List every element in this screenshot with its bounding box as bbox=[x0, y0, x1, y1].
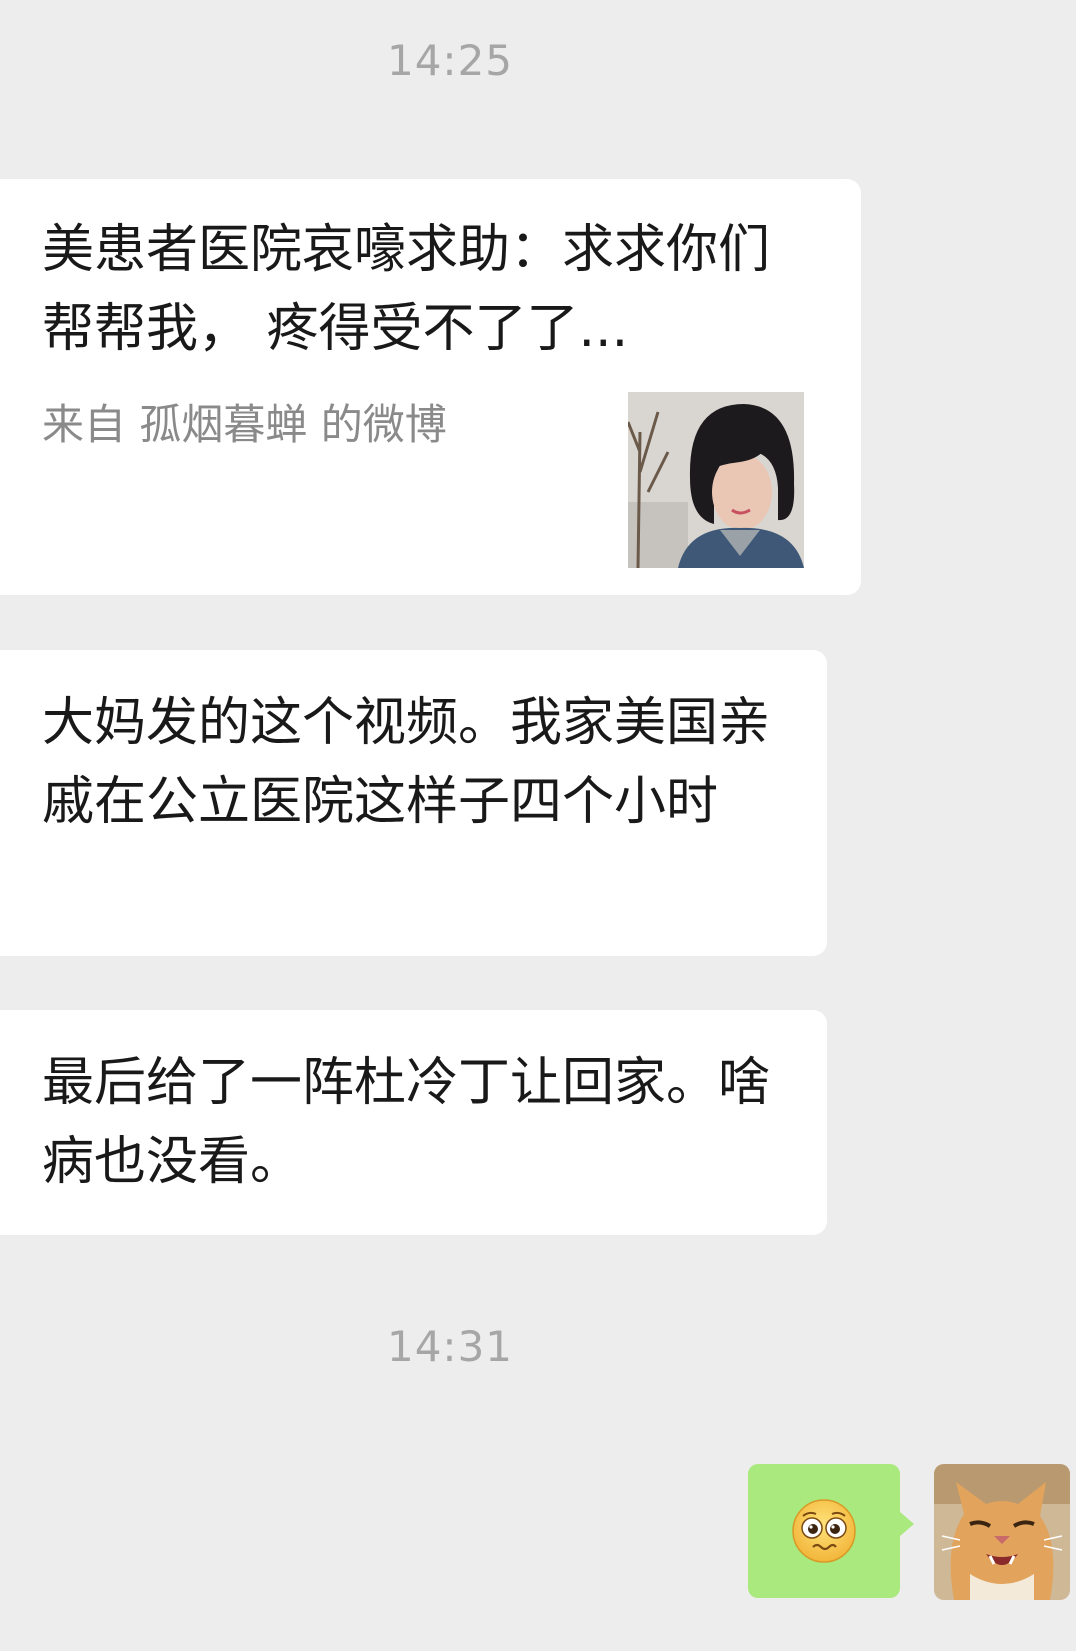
pleading-face-emoji-icon bbox=[792, 1499, 856, 1563]
message-bubble[interactable]: 大妈发的这个视频。我家美国亲戚在公立医院这样子四个小时 bbox=[0, 650, 827, 956]
message-text: 最后给了一阵杜冷丁让回家。啥病也没看。 bbox=[42, 1053, 771, 1192]
shared-link-card[interactable]: 美患者医院哀嚎求助：求求你们帮帮我， 疼得受不了了... 来自 孤烟暮蝉 的微博 bbox=[0, 179, 861, 595]
woman-portrait-thumbnail bbox=[628, 392, 804, 568]
shared-link-source: 来自 孤烟暮蝉 的微博 bbox=[42, 400, 447, 449]
cat-avatar-icon[interactable] bbox=[934, 1464, 1070, 1600]
timestamp: 14:25 bbox=[386, 36, 514, 85]
shared-link-title: 美患者医院哀嚎求助：求求你们帮帮我， 疼得受不了了... bbox=[42, 220, 771, 359]
timestamp: 14:31 bbox=[386, 1322, 514, 1371]
bubble-tail bbox=[900, 1512, 914, 1536]
message-bubble[interactable]: 最后给了一阵杜冷丁让回家。啥病也没看。 bbox=[0, 1010, 827, 1235]
outgoing-emoji-bubble[interactable] bbox=[748, 1464, 900, 1598]
message-text: 大妈发的这个视频。我家美国亲戚在公立医院这样子四个小时 bbox=[42, 693, 771, 832]
woman-portrait-icon bbox=[628, 392, 804, 568]
